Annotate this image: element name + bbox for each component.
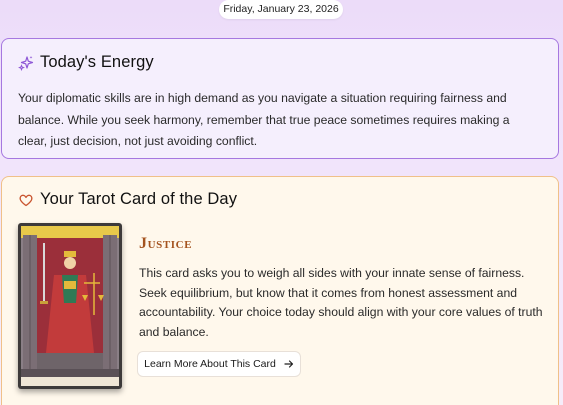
- tarot-description: This card asks you to weigh all sides wi…: [139, 266, 543, 339]
- tarot-card-panel: Your Tarot Card of the Day Justice This …: [1, 176, 559, 405]
- tarot-title: Your Tarot Card of the Day: [40, 190, 238, 208]
- todays-energy-card: Today's Energy Your diplomatic skills ar…: [1, 38, 559, 159]
- arrow-right-icon: [284, 359, 294, 369]
- energy-description: Your diplomatic skills are in high deman…: [18, 91, 510, 148]
- learn-more-label: Learn More About This Card: [144, 358, 276, 370]
- sparkle-icon: [18, 55, 34, 71]
- tarot-header: Your Tarot Card of the Day: [18, 190, 237, 209]
- energy-title: Today's Energy: [40, 53, 154, 71]
- learn-more-button[interactable]: Learn More About This Card: [137, 351, 301, 377]
- energy-header: Today's Energy: [18, 53, 154, 72]
- date-badge: Friday, January 23, 2026: [219, 0, 343, 19]
- tarot-card-image: [18, 223, 122, 389]
- heart-icon: [18, 192, 34, 208]
- tarot-card-name: Justice: [139, 235, 193, 252]
